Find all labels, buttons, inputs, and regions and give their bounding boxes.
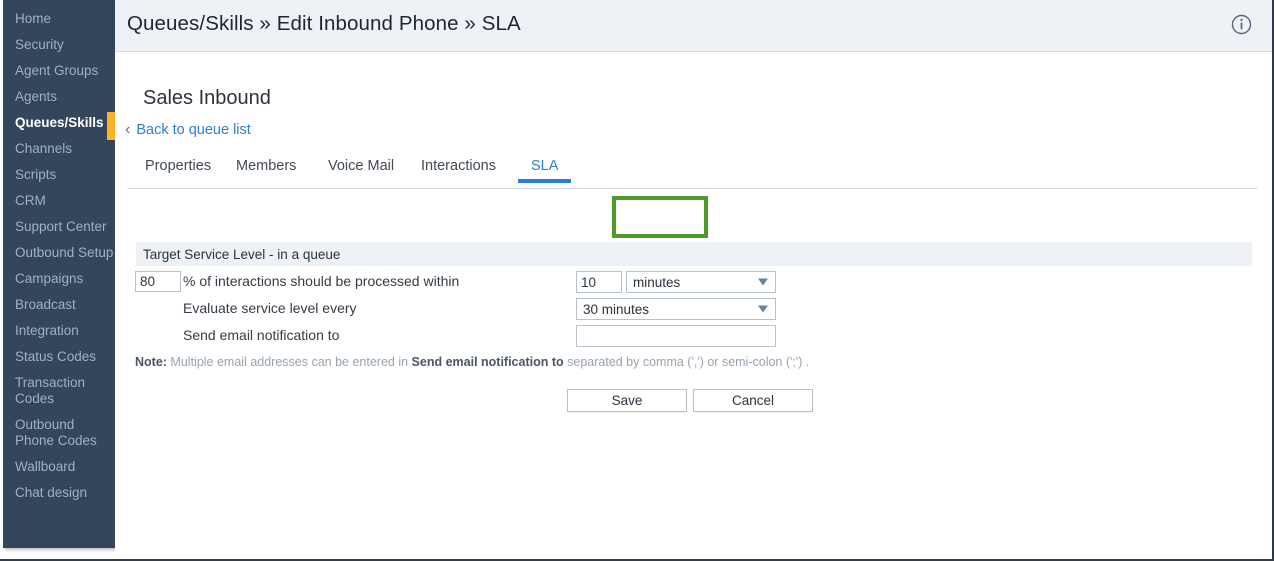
tab-sla-highlight-box [612, 196, 708, 238]
tab-label: Properties [145, 158, 212, 174]
note-text-part-1: Multiple email addresses can be entered … [166, 355, 412, 369]
sidebar-item-chat-design[interactable]: Chat design [3, 480, 115, 506]
note-text-part-2: separated by comma (',') or semi-colon (… [563, 355, 810, 369]
main-content-area: Queues/Skills » Edit Inbound Phone » SLA… [115, 0, 1274, 561]
application-window: Home Security Agent Groups Agents Queues… [0, 0, 1274, 561]
sla-form: % of interactions should be processed wi… [115, 271, 1274, 352]
breadcrumb: Queues/Skills » Edit Inbound Phone » SLA [127, 12, 521, 35]
page-title: Sales Inbound [143, 87, 271, 109]
tab-sla[interactable]: SLA [517, 158, 573, 183]
time-unit-select[interactable]: minutes [626, 271, 776, 293]
tab-properties[interactable]: Properties [145, 158, 211, 182]
save-button[interactable]: Save [567, 389, 687, 412]
cancel-button[interactable]: Cancel [693, 389, 813, 412]
sidebar-item-agents[interactable]: Agents [3, 84, 115, 110]
note-text: Note: Multiple email addresses can be en… [135, 355, 809, 369]
sidebar-item-scripts[interactable]: Scripts [3, 162, 115, 188]
tab-interactions[interactable]: Interactions [421, 158, 496, 182]
sidebar-item-crm[interactable]: CRM [3, 188, 115, 214]
sidebar-item-label: Broadcast [15, 297, 76, 312]
back-to-queue-list-link[interactable]: ‹ Back to queue list [125, 120, 251, 138]
sidebar-item-label: Status Codes [15, 349, 97, 364]
email-label: Send email notification to [183, 327, 340, 343]
evaluate-interval-select[interactable]: 30 minutes [576, 298, 776, 320]
info-circle-icon[interactable] [1231, 14, 1252, 35]
sidebar-item-label: Support Center [15, 219, 107, 234]
sidebar-item-home[interactable]: Home [3, 6, 115, 32]
sidebar-item-support-center[interactable]: Support Center [3, 214, 115, 240]
evaluate-label: Evaluate service level every [183, 300, 357, 316]
top-breadcrumb-bar: Queues/Skills » Edit Inbound Phone » SLA [115, 0, 1274, 52]
sidebar-item-label: Security [15, 37, 64, 52]
sidebar-item-label: Scripts [15, 167, 57, 182]
sidebar-item-wallboard[interactable]: Wallboard [3, 454, 115, 480]
sidebar-item-status-codes[interactable]: Status Codes [3, 344, 115, 370]
sidebar-item-agent-groups[interactable]: Agent Groups [3, 58, 115, 84]
sidebar-active-indicator [107, 112, 115, 140]
tab-label: Voice Mail [328, 158, 395, 174]
evaluate-interval-value: 30 minutes [583, 301, 650, 317]
main-sidebar: Home Security Agent Groups Agents Queues… [3, 0, 115, 548]
tab-voice-mail[interactable]: Voice Mail [328, 158, 394, 182]
sidebar-item-label: Outbound Setup [15, 245, 114, 260]
sidebar-item-label: Outbound Phone Codes [15, 417, 97, 448]
sidebar-item-label: Home [15, 11, 52, 26]
form-row-percent: % of interactions should be processed wi… [115, 271, 1274, 296]
sidebar-item-label: Integration [15, 323, 79, 338]
form-row-evaluate: Evaluate service level every 30 minutes [115, 298, 1274, 323]
sidebar-item-integration[interactable]: Integration [3, 318, 115, 344]
chevron-left-icon: ‹ [125, 120, 131, 138]
sidebar-item-label: Wallboard [15, 459, 76, 474]
percent-label: % of interactions should be processed wi… [183, 273, 460, 289]
section-header-target-service-level: Target Service Level - in a queue [136, 242, 1252, 266]
sidebar-item-label: Transaction Codes [15, 375, 86, 406]
note-bold-field: Send email notification to [411, 355, 564, 369]
note-prefix: Note: [135, 355, 167, 369]
tab-label: SLA [531, 158, 559, 174]
within-duration-input[interactable] [576, 271, 622, 293]
sidebar-item-broadcast[interactable]: Broadcast [3, 292, 115, 318]
form-row-email: Send email notification to [115, 325, 1274, 350]
sidebar-item-queues-skills[interactable]: Queues/Skills [3, 110, 115, 136]
sidebar-item-label: Channels [15, 141, 73, 156]
sidebar-item-label: Agents [15, 89, 58, 104]
tab-bar: Properties Members Voice Mail Interactio… [127, 156, 1258, 189]
chevron-down-icon [758, 278, 768, 286]
sidebar-item-campaigns[interactable]: Campaigns [3, 266, 115, 292]
back-link-label: Back to queue list [136, 122, 251, 138]
tab-label: Interactions [421, 158, 496, 174]
percent-input[interactable] [135, 271, 181, 292]
sidebar-item-label: Agent Groups [15, 63, 99, 78]
chevron-down-icon [758, 305, 768, 313]
sidebar-item-label: Campaigns [15, 271, 84, 286]
sidebar-item-label: Chat design [15, 485, 88, 500]
tab-members[interactable]: Members [236, 158, 296, 182]
sidebar-item-channels[interactable]: Channels [3, 136, 115, 162]
tab-label: Members [236, 158, 297, 174]
sidebar-item-outbound-setup[interactable]: Outbound Setup [3, 240, 115, 266]
sidebar-item-transaction-codes[interactable]: Transaction Codes [3, 370, 115, 412]
time-unit-value: minutes [633, 274, 681, 290]
sidebar-item-label: CRM [15, 193, 46, 208]
sidebar-item-label: Queues/Skills [15, 115, 104, 130]
sidebar-item-security[interactable]: Security [3, 32, 115, 58]
sidebar-item-outbound-phone-codes[interactable]: Outbound Phone Codes [3, 412, 115, 454]
section-header-label: Target Service Level - in a queue [143, 246, 341, 262]
email-notification-input[interactable] [576, 325, 776, 347]
